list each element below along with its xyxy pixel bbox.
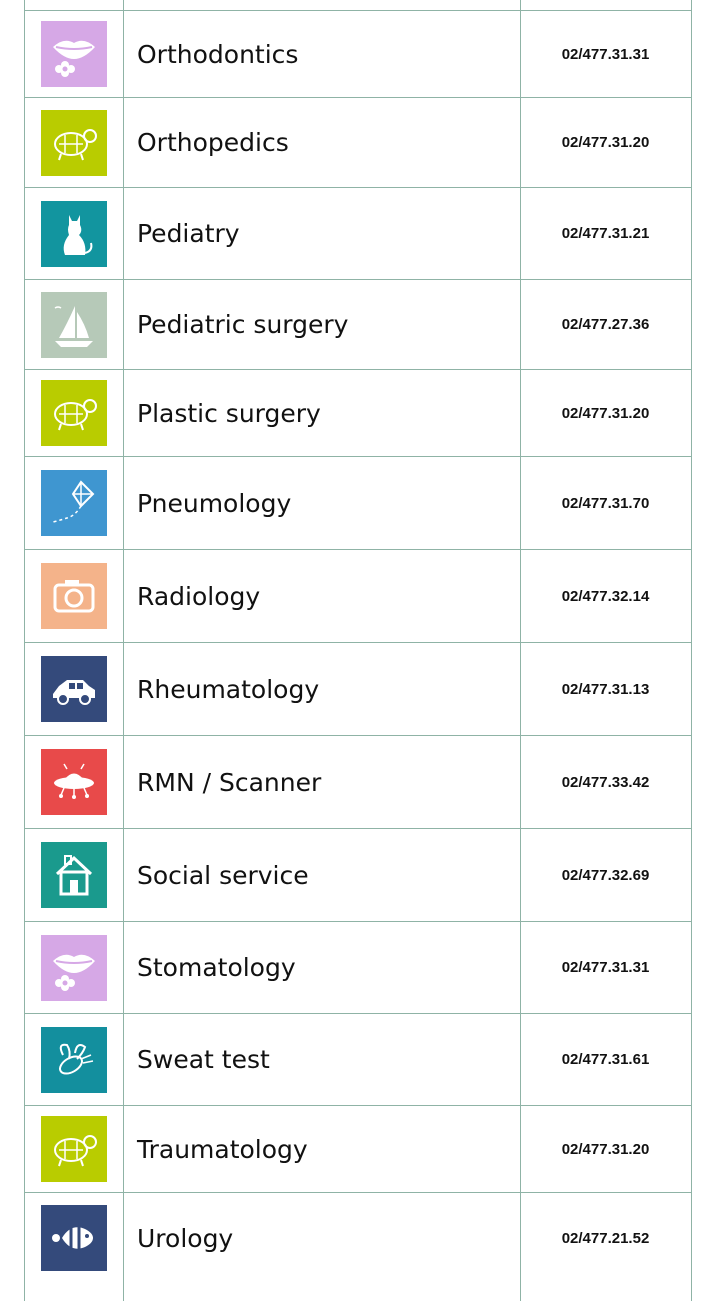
camera-icon [40, 563, 107, 629]
icon-cell [24, 656, 123, 722]
table-row: Orthopedics 02/477.31.20 [24, 97, 692, 187]
phone-number: 02/477.21.52 [561, 1229, 650, 1247]
phone-number: 02/477.31.21 [561, 225, 650, 242]
table-body: Orthodontics 02/477.31.31 Orthopedics 02/47… [24, 10, 692, 1283]
turtle-icon [40, 109, 107, 176]
phone-number: 02/477.31.31 [561, 45, 650, 63]
phone-number: 02/477.31.20 [561, 134, 650, 151]
table-row: Pneumology 02/477.31.70 [24, 456, 692, 549]
specialty-name: Pediatric surgery [137, 310, 349, 339]
icon-cell [24, 470, 123, 536]
phone-number: 02/477.33.42 [561, 773, 650, 791]
table-row: Urology 02/477.21.52 [24, 1192, 692, 1283]
specialty-name: Orthopedics [137, 128, 289, 157]
table-row: Radiology 02/477.32.14 [24, 549, 692, 642]
specialties-table: Orthodontics 02/477.31.31 Orthopedics 02/47… [0, 0, 701, 1301]
bee-icon [40, 1026, 107, 1093]
phone-number: 02/477.31.61 [561, 1051, 650, 1068]
icon-cell [24, 200, 123, 267]
specialty-name: Urology [137, 1223, 234, 1253]
phone-number: 02/477.31.70 [561, 494, 650, 512]
specialty-name: Sweat test [137, 1045, 270, 1074]
table-row: Orthodontics 02/477.31.31 [24, 10, 692, 97]
ufo-icon [40, 749, 107, 815]
phone-number: 02/477.27.36 [561, 316, 650, 333]
sailboat-icon [40, 291, 107, 358]
fish-icon [40, 1205, 107, 1271]
phone-number: 02/477.31.20 [561, 1140, 650, 1158]
icon-cell [24, 842, 123, 908]
table-row: Social service 02/477.32.69 [24, 828, 692, 921]
icon-cell [24, 380, 123, 446]
specialty-name: RMN / Scanner [137, 767, 322, 797]
specialty-name: Orthodontics [137, 39, 299, 69]
specialty-name: Rheumatology [137, 674, 320, 704]
lips-flower-icon [40, 21, 107, 87]
phone-number: 02/477.32.14 [561, 587, 650, 605]
specialty-name: Stomatology [137, 953, 296, 982]
icon-cell [24, 109, 123, 176]
phone-number: 02/477.31.31 [561, 959, 650, 976]
specialty-name: Social service [137, 860, 309, 890]
specialty-name: Radiology [137, 581, 261, 611]
turtle-icon [40, 1116, 107, 1182]
icon-cell [24, 563, 123, 629]
specialty-name: Pneumology [137, 488, 292, 518]
icon-cell [24, 21, 123, 87]
phone-number: 02/477.31.13 [561, 680, 650, 698]
specialty-name: Plastic surgery [137, 398, 321, 428]
specialty-name: Traumatology [137, 1134, 308, 1164]
cat-icon [40, 200, 107, 267]
table-row: Pediatric surgery 02/477.27.36 [24, 279, 692, 369]
table-row: Plastic surgery 02/477.31.20 [24, 369, 692, 456]
turtle-icon [40, 380, 107, 446]
icon-cell [24, 1026, 123, 1093]
kite-icon [40, 470, 107, 536]
house-icon [40, 842, 107, 908]
table-row: Pediatry 02/477.31.21 [24, 187, 692, 279]
icon-cell [24, 749, 123, 815]
icon-cell [24, 291, 123, 358]
car-icon [40, 656, 107, 722]
table-row: RMN / Scanner 02/477.33.42 [24, 735, 692, 828]
lips-flower-icon [40, 934, 107, 1001]
table-row: Stomatology 02/477.31.31 [24, 921, 692, 1013]
icon-cell [24, 934, 123, 1001]
table-row: Sweat test 02/477.31.61 [24, 1013, 692, 1105]
phone-number: 02/477.31.20 [561, 404, 650, 422]
phone-number: 02/477.32.69 [561, 866, 650, 884]
icon-cell [24, 1205, 123, 1271]
specialty-name: Pediatry [137, 219, 240, 248]
table-row: Rheumatology 02/477.31.13 [24, 642, 692, 735]
table-row: Traumatology 02/477.31.20 [24, 1105, 692, 1192]
icon-cell [24, 1116, 123, 1182]
